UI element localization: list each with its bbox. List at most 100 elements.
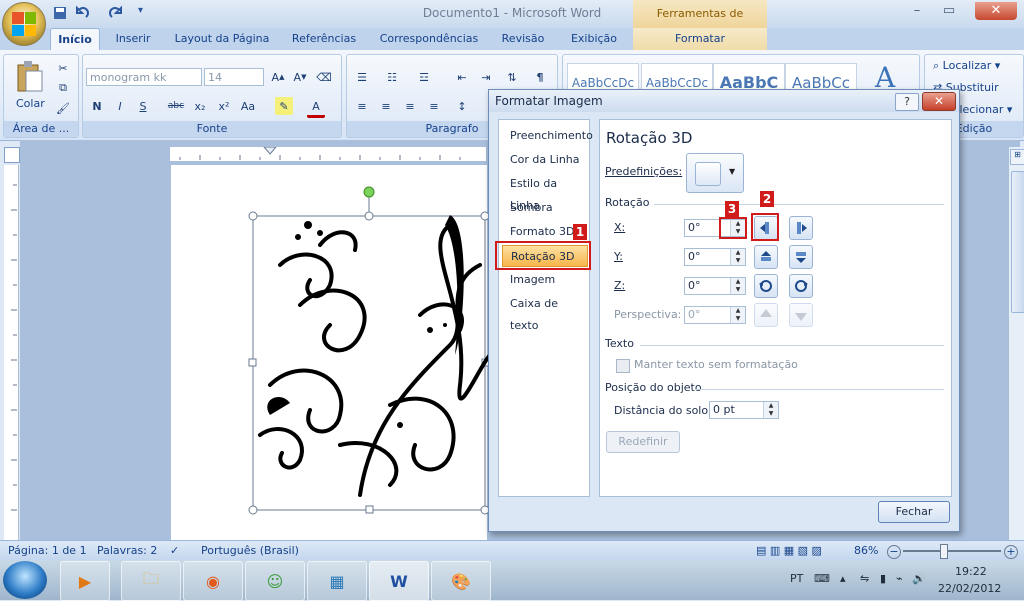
clear-format-icon[interactable]: ⌫ (315, 68, 333, 86)
highlight-icon[interactable]: ✎ (275, 97, 293, 115)
numbering-icon[interactable]: ☷ (383, 68, 401, 86)
paint-icon[interactable]: 🎨 (431, 561, 491, 601)
notes-icon[interactable]: ▦ (307, 561, 367, 601)
scroll-thumb[interactable] (1011, 171, 1024, 313)
paste-button[interactable]: Colar (16, 97, 45, 110)
change-case-icon[interactable]: Aa (239, 97, 257, 115)
font-name-field[interactable]: monogram kk (86, 68, 202, 86)
line-spacing-icon[interactable]: ↕ (453, 97, 471, 115)
bold-icon[interactable]: N (88, 97, 106, 115)
paste-icon[interactable] (14, 59, 44, 93)
bullets-icon[interactable]: ☰ (353, 68, 371, 86)
format-painter-icon[interactable]: 🖌 (54, 99, 72, 117)
zoom-slider[interactable] (903, 550, 1001, 552)
network-icon[interactable]: ⌁ (896, 572, 903, 585)
language-indicator[interactable]: PT (790, 572, 803, 585)
tab-formatar[interactable]: Formatar (633, 28, 767, 50)
align-center-icon[interactable]: ≡ (377, 97, 395, 115)
horizontal-ruler[interactable] (170, 146, 486, 162)
z-spinner-arrows[interactable]: ▲ ▼ (730, 278, 745, 294)
usb-icon[interactable]: ⇋ (860, 572, 869, 585)
sort-icon[interactable]: ⇅ (503, 68, 521, 86)
nav-preenchimento[interactable]: Preenchimento (502, 125, 593, 147)
tab-revisao[interactable]: Revisão (495, 28, 551, 50)
language-status[interactable]: Português (Brasil) (201, 544, 299, 557)
font-size-field[interactable]: 14 (204, 68, 264, 86)
maximize-button[interactable]: ▭ (937, 2, 961, 20)
minimize-button[interactable]: – (905, 2, 929, 20)
firefox-icon[interactable]: ◉ (183, 561, 243, 601)
nav-cor-da-linha[interactable]: Cor da Linha (502, 149, 588, 171)
window-close-button[interactable]: ✕ (975, 2, 1017, 20)
view-buttons-icon[interactable]: ▤ ▥ ▦ ▧ ▨ (756, 544, 822, 557)
rotate-z-ccw-button[interactable] (754, 274, 778, 298)
strikethrough-icon[interactable]: abc (167, 97, 185, 115)
keyboard-icon[interactable]: ⌨ (814, 572, 830, 585)
nav-imagem[interactable]: Imagem (502, 269, 588, 291)
rotate-y-up-button[interactable] (754, 245, 778, 269)
office-button[interactable] (2, 2, 46, 46)
find-button[interactable]: ⌕ Localizar ▾ (933, 59, 1000, 73)
power-icon[interactable]: ▮ (880, 572, 886, 585)
tab-inicio[interactable]: Início (50, 28, 100, 51)
decrease-indent-icon[interactable]: ⇤ (453, 68, 471, 86)
grow-font-icon[interactable]: A ▲ (269, 68, 287, 86)
tab-exibicao[interactable]: Exibição (563, 28, 625, 50)
messenger-icon[interactable]: ☺ (245, 561, 305, 601)
tray-expand-icon[interactable]: ▴ (840, 572, 846, 585)
page-count[interactable]: Página: 1 de 1 (8, 544, 87, 557)
close-dialog-button[interactable]: Fechar (878, 501, 950, 523)
justify-icon[interactable]: ≡ (425, 97, 443, 115)
media-player-icon[interactable]: ▶ (60, 561, 110, 601)
underline-icon[interactable]: S (134, 97, 152, 115)
proofing-icon[interactable]: ✓ (170, 544, 179, 557)
dialog-title-bar[interactable]: Formatar Imagem ? ✕ (489, 90, 959, 112)
y-rotation-spinner[interactable]: 0° ▲ ▼ (684, 248, 746, 266)
tab-correspondencias[interactable]: Correspondências (375, 28, 483, 50)
clock-date[interactable]: 22/02/2012 (938, 582, 1001, 595)
volume-icon[interactable]: 🔊 (912, 572, 926, 585)
tab-inserir[interactable]: Inserir (108, 28, 158, 50)
rotate-y-down-button[interactable] (789, 245, 813, 269)
tab-layout[interactable]: Layout da Página (170, 28, 274, 50)
tab-referencias[interactable]: Referências (286, 28, 362, 50)
ornament-image[interactable] (240, 185, 492, 515)
nav-caixa-de-texto[interactable]: Caixa de texto (502, 293, 588, 332)
zoom-in-icon[interactable]: + (1004, 545, 1018, 559)
distance-spinner-arrows[interactable]: ▲ ▼ (763, 402, 778, 418)
explorer-icon[interactable]: 🗀 (121, 561, 181, 601)
dialog-close-button[interactable]: ✕ (922, 92, 956, 111)
vertical-ruler[interactable] (4, 165, 19, 540)
show-marks-icon[interactable]: ¶ (531, 68, 549, 86)
nav-sombra[interactable]: Sombra (502, 197, 588, 219)
word-count[interactable]: Palavras: 2 (97, 544, 157, 557)
font-color-icon[interactable]: A (307, 97, 325, 118)
rotate-z-cw-button[interactable] (789, 274, 813, 298)
dialog-help-button[interactable]: ? (895, 93, 919, 111)
cut-icon[interactable]: ✂ (54, 59, 72, 77)
keep-text-flat-checkbox[interactable] (616, 359, 630, 373)
vertical-scrollbar[interactable]: ⊞ (1008, 147, 1024, 540)
copy-icon[interactable]: ⧉ (54, 79, 72, 97)
y-spinner-arrows[interactable]: ▲ ▼ (730, 249, 745, 265)
clock-time[interactable]: 19:22 (955, 565, 987, 578)
z-rotation-spinner[interactable]: 0° ▲ ▼ (684, 277, 746, 295)
multilevel-icon[interactable]: ☲ (415, 68, 433, 86)
zoom-slider-thumb[interactable] (940, 544, 948, 559)
start-button[interactable] (3, 561, 47, 599)
shrink-font-icon[interactable]: A ▼ (291, 68, 309, 86)
ruler-toggle-icon[interactable]: ⊞ (1010, 149, 1024, 165)
italic-icon[interactable]: I (111, 97, 129, 115)
word-taskbar-icon[interactable]: W (369, 561, 429, 601)
zoom-out-icon[interactable]: − (887, 545, 901, 559)
increase-indent-icon[interactable]: ⇥ (477, 68, 495, 86)
superscript-icon[interactable]: x² (215, 97, 233, 115)
align-left-icon[interactable]: ≡ (353, 97, 371, 115)
subscript-icon[interactable]: x₂ (191, 97, 209, 115)
zoom-level[interactable]: 86% (854, 544, 878, 557)
nav-estilo-da-linha[interactable]: Estilo da Linha (502, 173, 588, 212)
rotate-x-right-button[interactable] (789, 216, 813, 240)
tab-selector[interactable] (4, 147, 20, 163)
presets-dropdown[interactable]: ▼ (686, 153, 744, 193)
distance-spinner[interactable]: 0 pt ▲ ▼ (709, 401, 779, 419)
